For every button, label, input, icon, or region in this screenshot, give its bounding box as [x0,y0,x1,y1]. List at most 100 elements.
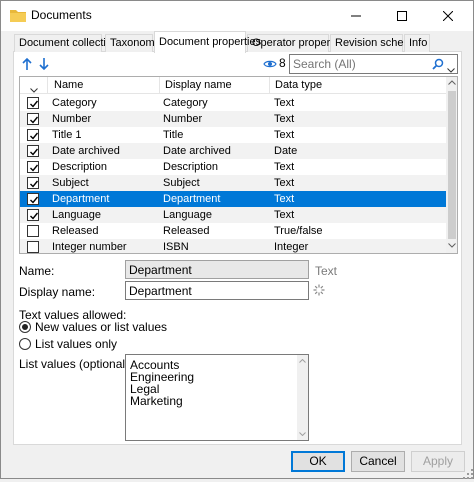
row-checkbox[interactable] [27,129,39,141]
cell-display-name: Title [163,129,184,141]
cell-display-name: Category [163,97,208,109]
row-checkbox[interactable] [27,193,39,205]
chevron-down-icon[interactable] [447,62,455,73]
search-box[interactable] [289,54,458,74]
cell-name: Number [52,113,92,125]
cell-display-name: Department [163,193,221,205]
scroll-thumb[interactable] [448,91,456,239]
window-title: Documents [31,8,92,22]
cell-name: Department [52,193,110,205]
grid-header: Name Display name Data type [20,77,446,94]
cell-display-name: Number [163,113,203,125]
tab-label: Document collection [19,37,119,49]
documents-dialog: Documents Document collection Taxonomy D… [0,0,474,479]
minimize-icon [351,15,361,17]
table-row[interactable]: Date archived Date archived Date [20,143,446,159]
cell-name: Released [52,225,99,237]
cell-name: Description [52,161,108,173]
list-values-box[interactable]: Accounts Engineering Legal Marketing [125,354,309,441]
row-checkbox[interactable] [27,209,39,221]
translate-icon[interactable] [313,284,325,299]
cell-display-name: Subject [163,177,200,189]
cell-name: Date archived [52,145,120,157]
cell-name: Category [52,97,97,109]
search-input[interactable] [293,56,428,72]
move-down-button[interactable] [38,57,50,71]
column-header-display-name[interactable]: Display name [165,79,232,91]
tab-label: Info [409,37,428,49]
scroll-up-icon[interactable] [299,359,306,363]
cell-display-name: Description [163,161,219,173]
row-checkbox[interactable] [27,177,39,189]
title-bar: Documents [1,1,473,31]
cell-name: Subject [52,177,89,189]
cell-data-type: Integer [274,241,309,253]
ok-button[interactable]: OK [291,451,345,472]
tab-document-collection[interactable]: Document collection [14,34,118,52]
display-name-field[interactable] [125,281,309,300]
tab-revision-scheme[interactable]: Revision scheme [330,34,419,52]
row-checkbox[interactable] [27,161,39,173]
grid-scrollbar[interactable] [446,77,457,253]
cell-data-type: True/false [274,225,323,237]
column-header-data-type[interactable]: Data type [275,79,322,91]
minimize-button[interactable] [333,1,379,31]
cell-name: Language [52,209,101,221]
chevron-down-icon[interactable] [30,82,38,96]
row-checkbox[interactable] [27,241,39,253]
table-row[interactable]: Department Department Text [20,191,446,207]
cell-display-name: Language [163,209,212,221]
name-field[interactable] [125,260,309,279]
radio-new-values[interactable] [19,321,31,333]
cell-data-type: Text [274,161,295,173]
option-new-values-label[interactable]: New values or list values [35,320,167,334]
table-row[interactable]: Language Language Text [20,207,446,223]
row-checkbox[interactable] [27,113,39,125]
table-row[interactable]: Title 1 Title Text [20,127,446,143]
name-data-type: Text [315,264,338,278]
move-up-button[interactable] [21,57,33,71]
display-name-label: Display name: [19,285,96,299]
table-row[interactable]: Released Released True/false [20,223,446,239]
cancel-button[interactable]: Cancel [351,451,405,472]
row-checkbox[interactable] [27,145,39,157]
cell-data-type: Text [274,177,295,189]
list-scrollbar[interactable] [297,355,308,440]
option-list-only-label[interactable]: List values only [35,337,117,351]
cell-display-name: Released [163,225,210,237]
table-row[interactable]: Subject Subject Text [20,175,446,191]
eye-icon[interactable] [263,58,277,68]
row-checkbox[interactable] [27,225,39,237]
cell-display-name: ISBN [163,241,189,253]
maximize-icon [397,11,407,21]
close-button[interactable] [425,1,471,31]
tab-taxonomy[interactable]: Taxonomy [105,34,160,52]
cell-data-type: Text [274,129,295,141]
row-checkbox[interactable] [27,97,39,109]
folder-icon [10,9,26,22]
tab-info[interactable]: Info [404,34,430,52]
scroll-down-icon[interactable] [299,432,306,436]
properties-grid: Name Display name Data type Category Cate… [19,76,458,254]
cell-data-type: Text [274,97,295,109]
close-icon [443,11,453,21]
scroll-up-icon[interactable] [448,80,456,85]
column-divider [47,77,48,94]
column-divider [159,77,160,94]
cell-data-type: Text [274,209,295,221]
maximize-button[interactable] [379,1,425,31]
apply-button[interactable]: Apply [411,451,465,472]
column-header-name[interactable]: Name [54,79,83,91]
search-icon[interactable] [432,58,444,70]
resize-grip-icon[interactable] [463,468,473,479]
scroll-down-icon[interactable] [448,243,456,248]
tab-document-properties[interactable]: Document properties [154,31,261,53]
table-row[interactable]: Category Category Text [20,95,446,111]
table-row[interactable]: Integer number ISBN Integer [20,239,446,253]
table-row[interactable]: Description Description Text [20,159,446,175]
table-row[interactable]: Number Number Text [20,111,446,127]
cell-data-type: Text [274,193,295,205]
cell-name: Title 1 [52,129,82,141]
radio-list-values-only[interactable] [19,338,31,350]
tab-label: Document properties [159,36,262,48]
